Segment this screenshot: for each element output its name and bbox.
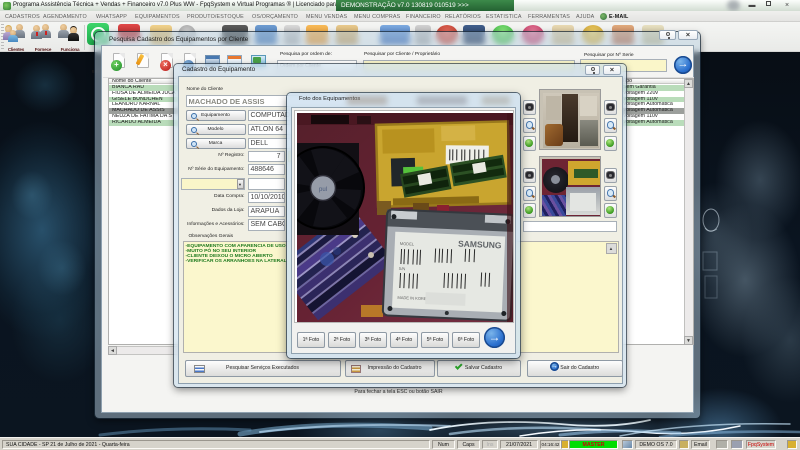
- svg-text:MODEL: MODEL: [399, 240, 414, 246]
- svg-text:pul: pul: [318, 187, 326, 193]
- svg-text:S/N: S/N: [398, 265, 405, 270]
- svg-text:SAMSUNG: SAMSUNG: [457, 238, 501, 250]
